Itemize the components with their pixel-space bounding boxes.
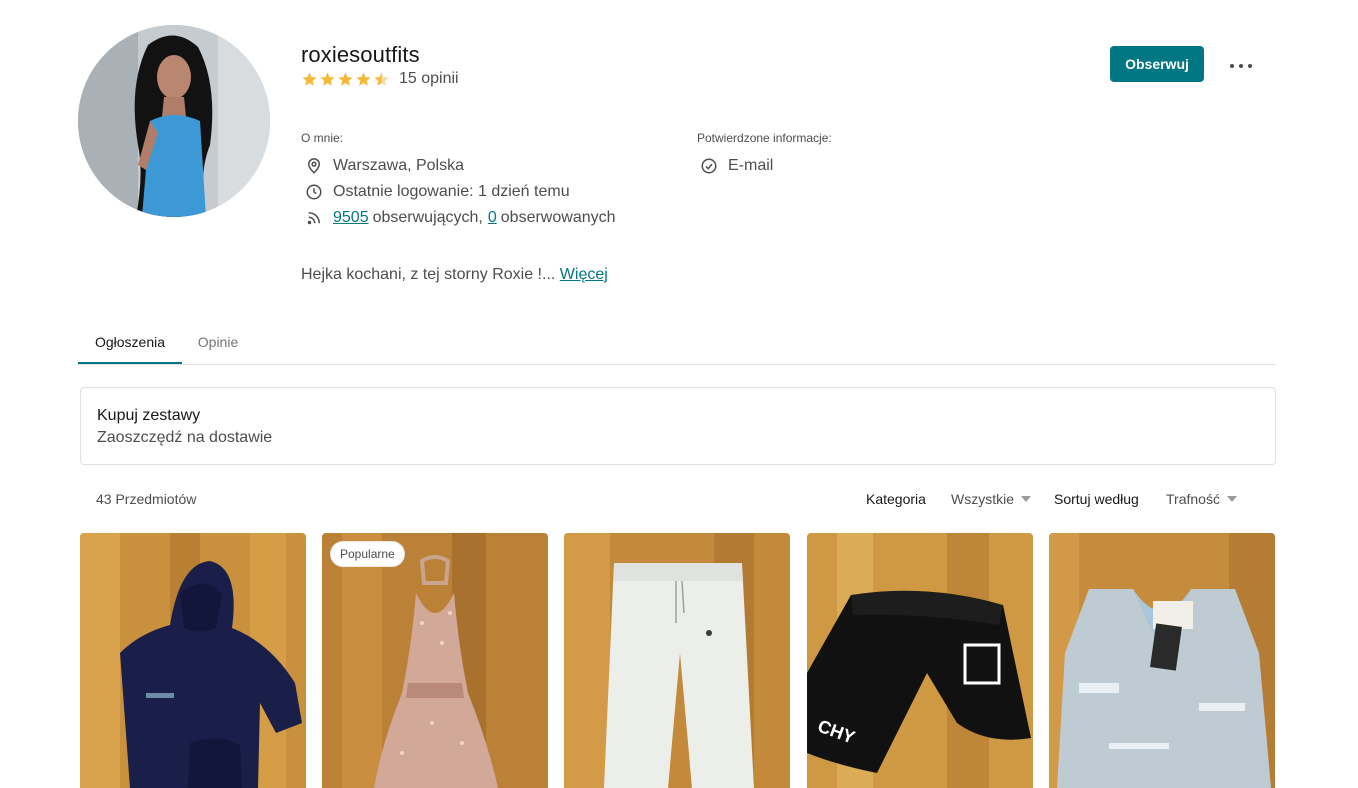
items-count: 43 Przedmiotów: [96, 491, 197, 507]
item-card-4[interactable]: CHY: [807, 533, 1033, 788]
profile-bio: Hejka kochani, z tej storny Roxie !... W…: [301, 266, 608, 284]
rating-stars: [301, 71, 390, 88]
star-icon: [338, 71, 353, 86]
star-icon: [320, 71, 335, 86]
following-link[interactable]: 0: [488, 209, 497, 227]
item-photo: CHY: [807, 533, 1033, 788]
item-photo: [564, 533, 790, 788]
bundle-subtitle: Zaoszczędź na dostawie: [97, 429, 273, 446]
tab-reviews[interactable]: Opinie: [190, 322, 246, 364]
follow-button[interactable]: Obserwuj: [1110, 46, 1204, 82]
last-login-text: Ostatnie logowanie: 1 dzień temu: [333, 183, 570, 200]
check-circle-icon: [700, 157, 718, 175]
location-text: Warszawa, Polska: [333, 157, 464, 174]
caret-down-icon: [1021, 496, 1031, 502]
item-photo: [322, 533, 548, 788]
star-icon: [356, 71, 371, 86]
sort-value: Trafność: [1166, 491, 1220, 507]
bio-more-link[interactable]: Więcej: [560, 266, 608, 283]
category-filter-value: Wszystkie: [951, 491, 1014, 507]
profile-tabs: Ogłoszenia Opinie: [78, 322, 1276, 365]
category-filter-dropdown[interactable]: Wszystkie: [951, 491, 1031, 507]
item-card-3[interactable]: [564, 533, 790, 788]
more-horizontal-icon: [1230, 64, 1252, 68]
reviews-count: 15 opinii: [399, 70, 459, 87]
bio-text: Hejka kochani, z tej storny Roxie !...: [301, 266, 556, 283]
clock-icon: [305, 183, 323, 201]
verified-email-text: E-mail: [728, 157, 774, 174]
item-card-5[interactable]: [1049, 533, 1275, 788]
sort-dropdown[interactable]: Trafność: [1166, 491, 1237, 507]
rss-icon: [305, 209, 323, 227]
tab-listings[interactable]: Ogłoszenia: [78, 322, 182, 364]
category-filter-label: Kategoria: [866, 491, 926, 507]
avatar: [78, 25, 270, 217]
item-card-2[interactable]: Popularne: [322, 533, 548, 788]
star-icon: [302, 71, 317, 86]
bundle-banner[interactable]: Kupuj zestawy Zaoszczędź na dostawie: [80, 387, 1276, 465]
profile-username: roxiesoutfits: [301, 42, 420, 67]
popular-badge: Popularne: [330, 541, 405, 567]
location-pin-icon: [305, 157, 323, 175]
followers-label: obserwujących,: [372, 209, 483, 226]
followers-link[interactable]: 9505: [333, 209, 369, 227]
verified-label: Potwierdzone informacje:: [697, 131, 832, 145]
profile-rating[interactable]: 15 opinii: [301, 70, 459, 88]
caret-down-icon: [1226, 496, 1237, 502]
star-half-icon: [374, 71, 389, 86]
location-row: Warszawa, Polska: [305, 156, 464, 176]
item-photo: [1049, 533, 1275, 788]
bundle-title: Kupuj zestawy: [97, 407, 201, 424]
about-label: O mnie:: [301, 131, 344, 145]
followers-row: 9505 obserwujących, 0 obserwowanych: [305, 208, 616, 228]
item-card-1[interactable]: [80, 533, 306, 788]
item-photo: [80, 533, 306, 788]
following-label: obserwowanych: [500, 209, 616, 226]
verified-email-row: E-mail: [700, 156, 773, 176]
last-login-row: Ostatnie logowanie: 1 dzień temu: [305, 182, 570, 202]
more-options-button[interactable]: [1222, 52, 1260, 80]
sort-label: Sortuj według: [1054, 491, 1139, 507]
